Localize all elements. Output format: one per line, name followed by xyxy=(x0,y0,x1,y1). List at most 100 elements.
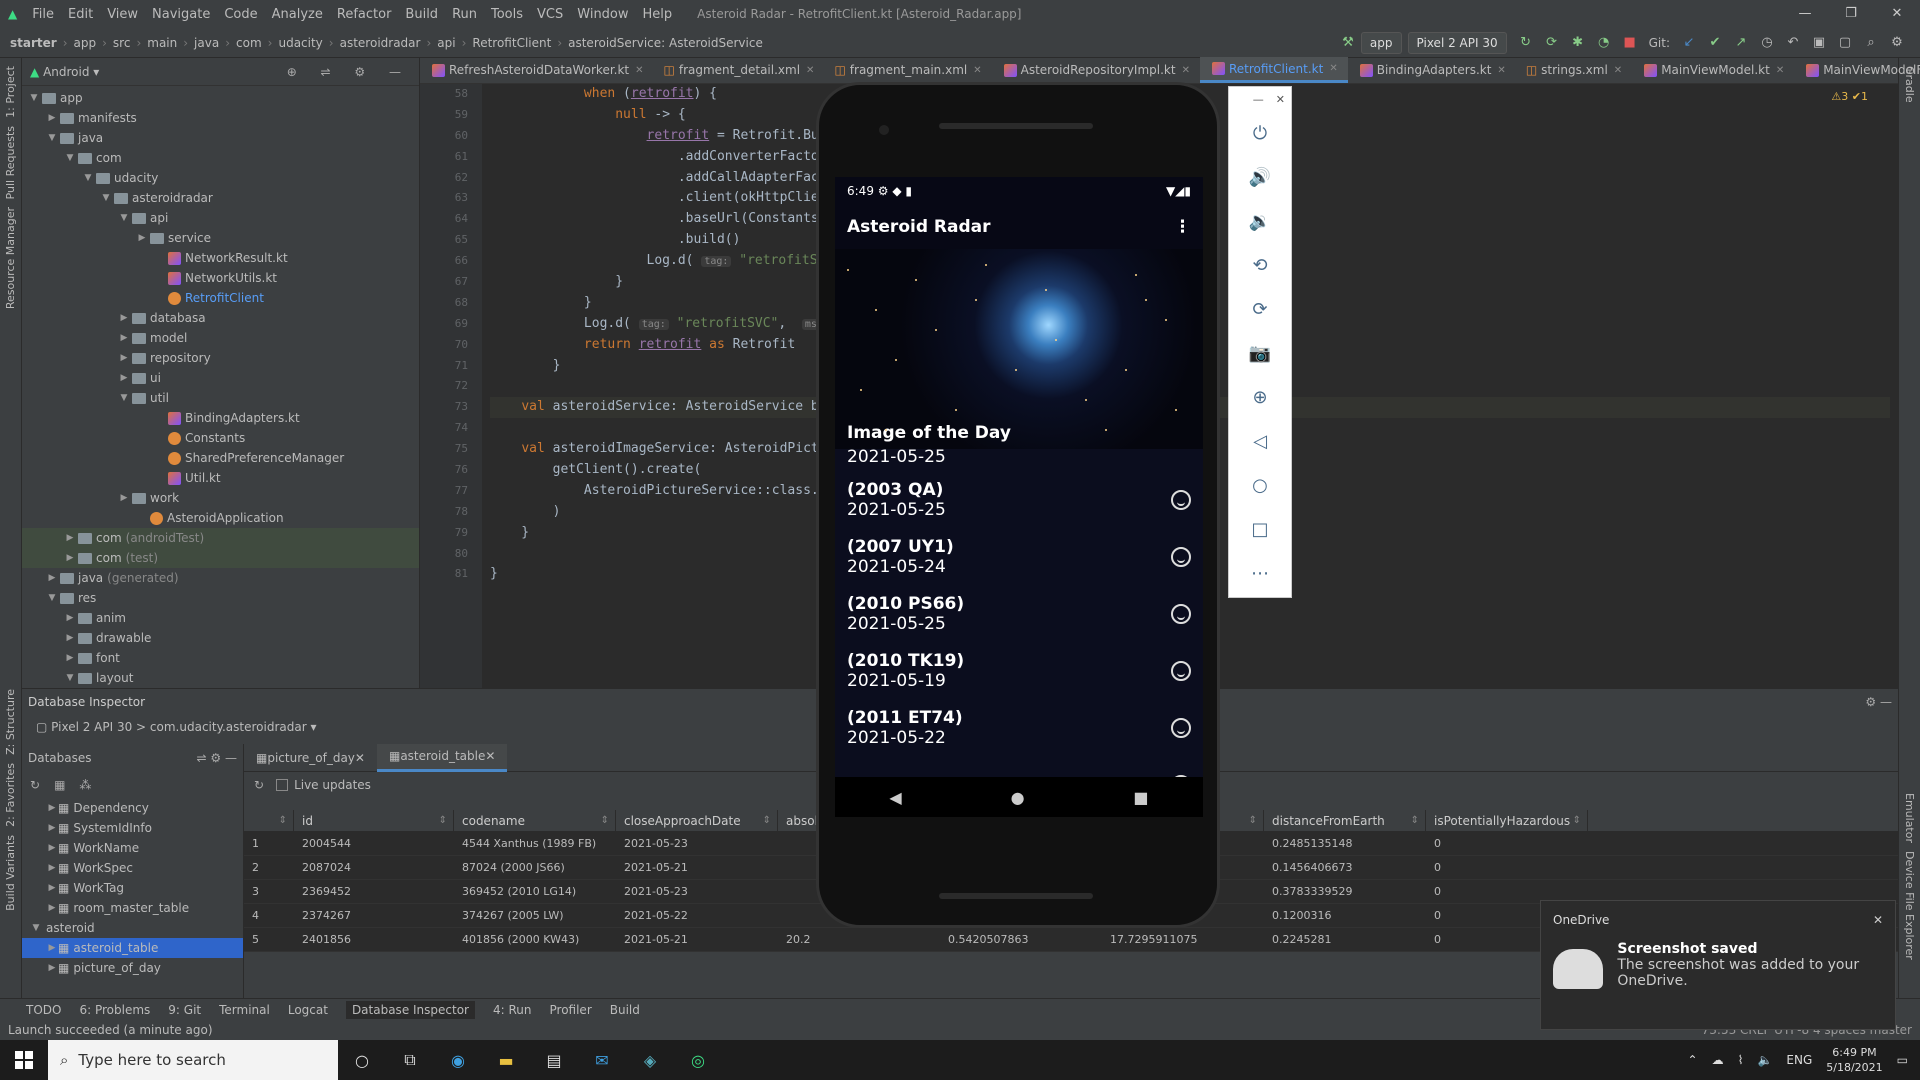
asteroid-list-item[interactable]: (2010 TK19) 2021-05-19 xyxy=(835,642,1203,699)
menu-build[interactable]: Build xyxy=(405,7,438,22)
db-tree-node[interactable]: ▼ asteroid xyxy=(22,918,243,938)
minimize-icon[interactable]: — xyxy=(1782,0,1828,28)
image-of-the-day[interactable]: Image of the Day xyxy=(835,249,1203,449)
table-cell[interactable]: 2021-05-23 xyxy=(616,832,778,855)
tree-node[interactable]: NetworkUtils.kt xyxy=(22,268,419,288)
table-cell[interactable]: 374267 (2005 LW) xyxy=(454,904,616,927)
tree-node[interactable]: ▶ model xyxy=(22,328,419,348)
taskbar-search-input[interactable]: ⌕ Type here to search xyxy=(48,1040,338,1080)
tree-node[interactable]: ▶ com (test) xyxy=(22,548,419,568)
tool-window-1-project[interactable]: 1: Project xyxy=(4,66,17,118)
overview-button-icon[interactable]: □ xyxy=(1229,507,1291,551)
refresh-table-icon[interactable]: ↻ xyxy=(254,778,264,792)
editor-tab[interactable]: MainViewModelFactory.kt✕ xyxy=(1794,57,1920,83)
breadcrumb-item[interactable]: asteroidradar xyxy=(340,36,421,50)
query-icon[interactable]: ▦ xyxy=(54,778,65,792)
menu-tools[interactable]: Tools xyxy=(491,7,523,22)
tool-window-emulator[interactable]: Emulator xyxy=(1903,793,1916,843)
git-update-icon[interactable]: ↙ xyxy=(1678,32,1700,54)
table-cell[interactable]: 0.1200316 xyxy=(1264,904,1426,927)
table-cell[interactable]: 4544 Xanthus (1989 FB) xyxy=(454,832,616,855)
apply-changes-icon[interactable]: ⟳ xyxy=(1541,32,1563,54)
editor-tab[interactable]: ◫ fragment_main.xml ✕ xyxy=(824,57,991,83)
file-explorer-icon[interactable]: ▬ xyxy=(482,1040,530,1080)
tree-node[interactable]: ▶ drawable xyxy=(22,628,419,648)
tree-node[interactable]: Util.kt xyxy=(22,468,419,488)
bottom-tab[interactable]: TODO xyxy=(26,1003,61,1017)
bottom-tab[interactable]: Profiler xyxy=(550,1003,592,1017)
table-cell[interactable]: 2087024 xyxy=(294,856,454,879)
power-icon[interactable]: ⏻ xyxy=(1229,111,1291,155)
volume-down-icon[interactable]: 🔉 xyxy=(1229,199,1291,243)
table-cell[interactable]: 2004544 xyxy=(294,832,454,855)
table-cell[interactable]: 0 xyxy=(1426,856,1588,879)
tab-close-icon[interactable]: ✕ xyxy=(485,749,495,763)
bottom-tab[interactable]: Database Inspector xyxy=(345,1000,475,1019)
edge-icon[interactable]: ◉ xyxy=(434,1040,482,1080)
emulator-close-icon[interactable]: ✕ xyxy=(1276,93,1285,106)
table-cell[interactable]: 2401856 xyxy=(294,928,454,951)
back-icon[interactable]: ◀ xyxy=(889,788,901,807)
tab-close-icon[interactable]: ✕ xyxy=(1329,63,1337,74)
breadcrumb-item[interactable]: starter xyxy=(10,36,57,50)
overflow-menu-icon[interactable]: ⋮ xyxy=(1174,217,1191,237)
db-tree-node[interactable]: ▶ ▦ asteroid_table xyxy=(22,938,243,958)
windows-start-icon[interactable] xyxy=(0,1040,48,1080)
db-tree-node[interactable]: ▶ ▦ WorkName xyxy=(22,838,243,858)
bottom-tab[interactable]: 4: Run xyxy=(493,1003,532,1017)
tree-node[interactable]: ▼ asteroidradar xyxy=(22,188,419,208)
db-tree-node[interactable]: ▶ ▦ Dependency xyxy=(22,798,243,818)
editor-tab[interactable]: BindingAdapters.kt ✕ xyxy=(1348,57,1516,83)
table-cell[interactable]: 2021-05-21 xyxy=(616,856,778,879)
tree-node[interactable]: ▶ font xyxy=(22,648,419,668)
table-cell[interactable]: 3 xyxy=(244,880,294,903)
inspections-widget[interactable]: ⚠3 ✔1 xyxy=(1831,90,1868,103)
tree-node[interactable]: ▼ app xyxy=(22,88,419,108)
more-icon[interactable]: ⋯ xyxy=(1229,551,1291,595)
tree-node[interactable]: ▼ com xyxy=(22,148,419,168)
close-icon[interactable]: ✕ xyxy=(1874,0,1920,28)
avd-manager-icon[interactable]: ▢ xyxy=(1834,32,1856,54)
debug-icon[interactable]: ✱ xyxy=(1567,32,1589,54)
home-icon[interactable]: ● xyxy=(1011,788,1025,807)
table-cell[interactable]: 2021-05-22 xyxy=(616,904,778,927)
undo-icon[interactable]: ↶ xyxy=(1782,32,1804,54)
tool-window-device-file-explorer[interactable]: Device File Explorer xyxy=(1903,851,1916,960)
git-commit-icon[interactable]: ✔ xyxy=(1704,32,1726,54)
tool-window-z-structure[interactable]: Z: Structure xyxy=(4,689,17,755)
breadcrumb-item[interactable]: app xyxy=(74,36,97,50)
tool-window-resource-manager[interactable]: Resource Manager xyxy=(4,207,17,309)
menu-vcs[interactable]: VCS xyxy=(537,7,563,22)
clock[interactable]: 6:49 PM 5/18/2021 xyxy=(1826,1045,1882,1075)
table-cell[interactable]: 2374267 xyxy=(294,904,454,927)
profile-icon[interactable]: ◔ xyxy=(1593,32,1615,54)
asteroid-list-item[interactable]: (2007 UY1) 2021-05-24 xyxy=(835,528,1203,585)
app-icon[interactable]: ◈ xyxy=(626,1040,674,1080)
db-tab[interactable]: ▦ picture_of_day ✕ xyxy=(244,744,377,772)
tree-node[interactable]: ▶ com (androidTest) xyxy=(22,528,419,548)
breadcrumb-item[interactable]: com xyxy=(236,36,262,50)
tab-close-icon[interactable]: ✕ xyxy=(355,751,365,765)
git-history-icon[interactable]: ◷ xyxy=(1756,32,1778,54)
stop-icon[interactable]: ■ xyxy=(1619,32,1641,54)
menu-code[interactable]: Code xyxy=(224,7,257,22)
column-header[interactable]: codename xyxy=(454,810,616,832)
tree-node[interactable]: ▼ res xyxy=(22,588,419,608)
tree-node[interactable]: AsteroidApplication xyxy=(22,508,419,528)
column-header[interactable]: closeApproachDate xyxy=(616,810,778,832)
rotate-right-icon[interactable]: ⟳ xyxy=(1229,287,1291,331)
table-cell[interactable]: 0.2245281 xyxy=(1264,928,1426,951)
table-cell[interactable]: 0.1456406673 xyxy=(1264,856,1426,879)
tree-node[interactable]: ▶ ui xyxy=(22,368,419,388)
tree-node[interactable]: ▼ layout xyxy=(22,668,419,688)
tree-node[interactable]: RetrofitClient xyxy=(22,288,419,308)
tab-close-icon[interactable]: ✕ xyxy=(1776,65,1784,76)
breadcrumb-item[interactable]: api xyxy=(437,36,455,50)
project-view-select[interactable]: ▲ Android ▾ xyxy=(30,65,99,79)
breadcrumb-item[interactable]: java xyxy=(194,36,219,50)
camera-icon[interactable]: 📷 xyxy=(1229,331,1291,375)
rerun-icon[interactable]: ↻ xyxy=(1515,32,1537,54)
tree-node[interactable]: SharedPreferenceManager xyxy=(22,448,419,468)
task-view-icon[interactable]: ⧉ xyxy=(386,1040,434,1080)
editor-tab[interactable]: ◫ strings.xml ✕ xyxy=(1516,57,1632,83)
